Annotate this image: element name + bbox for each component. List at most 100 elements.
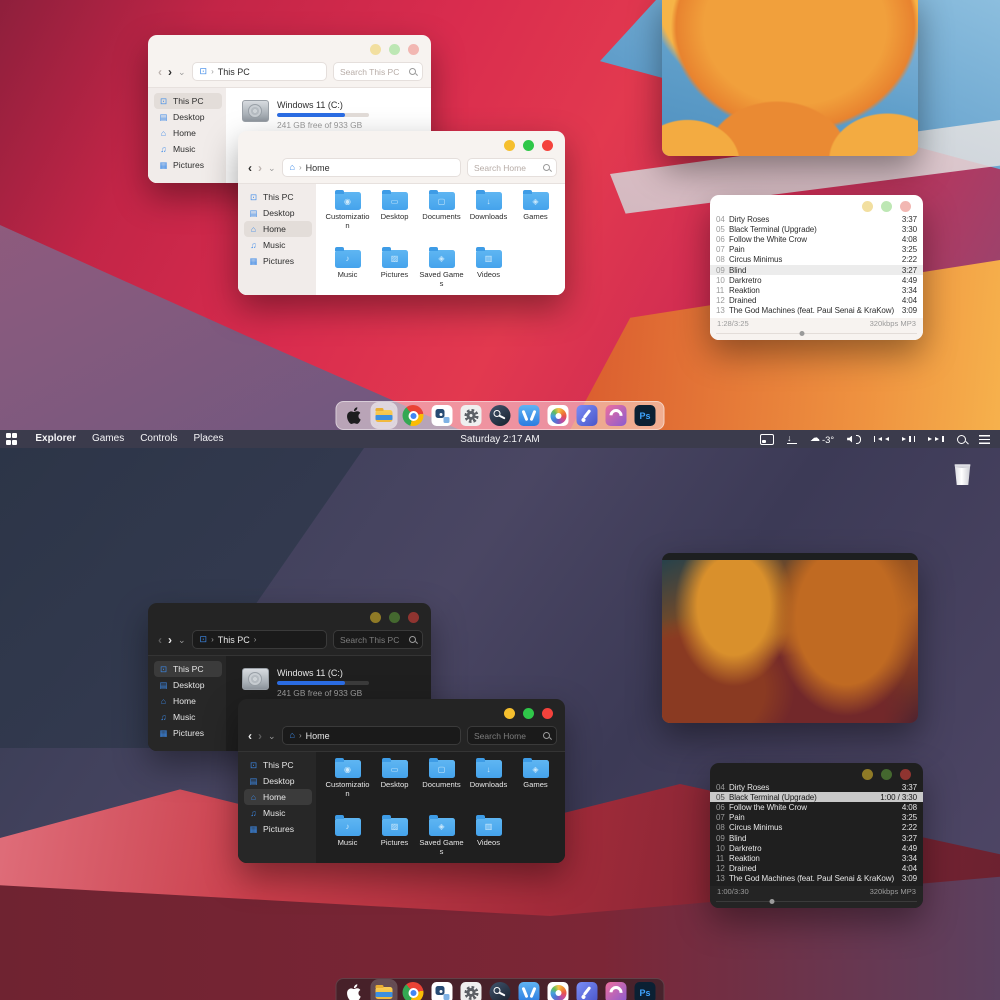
- steam-icon[interactable]: [490, 405, 511, 426]
- playlist-tray-icon[interactable]: [979, 435, 990, 444]
- notes-app-icon[interactable]: [432, 982, 453, 1000]
- window-titlebar[interactable]: [148, 603, 431, 626]
- menu-bar-clock[interactable]: Saturday 2:17 AM: [460, 434, 540, 445]
- window-titlebar[interactable]: [238, 699, 565, 722]
- folder-item[interactable]: ↓Downloads: [465, 760, 512, 814]
- playlist-row[interactable]: 04Dirty Roses3:37: [710, 214, 923, 224]
- back-button[interactable]: ‹: [248, 731, 252, 741]
- chrome-icon[interactable]: [403, 405, 424, 426]
- playlist-row[interactable]: 10Darkretro4:49: [710, 843, 923, 853]
- traffic-light-green[interactable]: [881, 201, 892, 212]
- sidebar-item[interactable]: ⌂Home: [244, 221, 312, 237]
- seek-knob-dark[interactable]: [769, 899, 774, 904]
- breadcrumb[interactable]: ⊡ › This PC ›: [192, 630, 327, 649]
- sidebar-item[interactable]: ▤Desktop: [244, 205, 312, 221]
- playlist-row[interactable]: 09Blind3:27: [710, 833, 923, 843]
- playlist-row[interactable]: 05Black Terminal (Upgrade)3:30: [710, 224, 923, 234]
- window-titlebar[interactable]: [238, 131, 565, 154]
- swoosh-app-icon[interactable]: [606, 405, 627, 426]
- forward-button[interactable]: ›: [258, 731, 262, 741]
- playlist-row[interactable]: 08Circus Minimus2:22: [710, 255, 923, 265]
- seek-knob-light[interactable]: [799, 331, 804, 336]
- playlist-row[interactable]: 09Blind3:27: [710, 265, 923, 275]
- trash-icon[interactable]: [954, 463, 971, 485]
- traffic-light-green[interactable]: [881, 769, 892, 780]
- folder-item[interactable]: ▢Documents: [418, 760, 465, 814]
- traffic-light-green[interactable]: [523, 140, 534, 151]
- sidebar-item[interactable]: ▦Pictures: [244, 253, 312, 269]
- vortex-icon[interactable]: [519, 982, 540, 1000]
- sidebar-item[interactable]: ⊡This PC: [154, 93, 222, 109]
- playlist-row[interactable]: 13The God Machines (feat. Paul Senai & K…: [710, 306, 923, 316]
- breadcrumb[interactable]: ⊡ › This PC: [192, 62, 327, 81]
- history-dropdown-icon[interactable]: ⌄: [268, 731, 276, 741]
- history-dropdown-icon[interactable]: ⌄: [178, 67, 186, 77]
- back-button[interactable]: ‹: [158, 635, 162, 645]
- next-track-tray-icon[interactable]: [928, 436, 944, 442]
- traffic-light-green[interactable]: [389, 612, 400, 623]
- traffic-light-green[interactable]: [389, 44, 400, 55]
- traffic-light-yellow[interactable]: [862, 201, 873, 212]
- sidebar-item[interactable]: ▦Pictures: [154, 725, 222, 741]
- traffic-light-yellow[interactable]: [504, 708, 515, 719]
- playlist-row[interactable]: 12Drained4:04: [710, 864, 923, 874]
- playlist-row[interactable]: 07Pain3:25: [710, 813, 923, 823]
- play-pause-tray-icon[interactable]: [902, 436, 915, 442]
- folder-item[interactable]: ▭Desktop: [371, 760, 418, 814]
- notes-app-icon[interactable]: [432, 405, 453, 426]
- back-button[interactable]: ‹: [158, 67, 162, 77]
- folder-item[interactable]: ◈Saved Games: [418, 250, 465, 296]
- window-titlebar[interactable]: [662, 553, 918, 560]
- sidebar-item[interactable]: ▤Desktop: [154, 109, 222, 125]
- playlist-row[interactable]: 04Dirty Roses3:37: [710, 782, 923, 792]
- folder-item[interactable]: ♪Music: [324, 250, 371, 296]
- shuffle-button[interactable]: ⇄: [900, 339, 907, 340]
- steam-icon[interactable]: [490, 982, 511, 1000]
- sidebar-item[interactable]: ▤Desktop: [154, 677, 222, 693]
- sidebar-item[interactable]: ♫Music: [154, 709, 222, 725]
- history-dropdown-icon[interactable]: ⌄: [178, 635, 186, 645]
- traffic-light-yellow[interactable]: [504, 140, 515, 151]
- traffic-light-yellow[interactable]: [862, 769, 873, 780]
- search-box[interactable]: Search Home: [467, 158, 557, 177]
- swoosh-app-icon[interactable]: [606, 982, 627, 1000]
- playlist-row[interactable]: 05Black Terminal (Upgrade)1:00 / 3:30: [710, 792, 923, 802]
- traffic-light-green[interactable]: [523, 708, 534, 719]
- traffic-light-red[interactable]: [900, 769, 911, 780]
- download-tray-icon[interactable]: ↓: [787, 434, 797, 445]
- playlist-row[interactable]: 06Follow the White Crow4:08: [710, 234, 923, 244]
- traffic-light-red[interactable]: [542, 140, 553, 151]
- forward-button[interactable]: ›: [168, 635, 172, 645]
- settings-gear-icon[interactable]: [461, 982, 482, 1000]
- sidebar-item[interactable]: ⌂Home: [154, 125, 222, 141]
- image-viewer-window[interactable]: [662, 0, 918, 156]
- settings-gear-icon[interactable]: [461, 405, 482, 426]
- sidebar-item[interactable]: ♫Music: [244, 805, 312, 821]
- folder-item[interactable]: ▨Pictures: [371, 818, 418, 864]
- weather-widget[interactable]: ☁-3°: [810, 434, 834, 445]
- window-titlebar[interactable]: [148, 35, 431, 58]
- playlist-row[interactable]: 11Reaktion3:34: [710, 285, 923, 295]
- history-dropdown-icon[interactable]: ⌄: [268, 163, 276, 173]
- sidebar-item[interactable]: ♫Music: [244, 237, 312, 253]
- file-explorer-icon[interactable]: [374, 982, 395, 1000]
- playlist-row[interactable]: 08Circus Minimus2:22: [710, 823, 923, 833]
- sidebar-item[interactable]: ⌂Home: [244, 789, 312, 805]
- playlist-row[interactable]: 11Reaktion3:34: [710, 853, 923, 863]
- menu-explorer[interactable]: Explorer: [35, 433, 76, 444]
- menu-controls[interactable]: Controls: [140, 433, 177, 444]
- folder-item[interactable]: ◈Games: [512, 760, 559, 814]
- apple-menu-icon[interactable]: [345, 982, 366, 1000]
- image-viewer-window[interactable]: [662, 553, 918, 723]
- folder-item[interactable]: ▢Documents: [418, 192, 465, 246]
- sidebar-item[interactable]: ⊡This PC: [154, 661, 222, 677]
- paint-brush-app-icon[interactable]: [577, 982, 598, 1000]
- folder-item[interactable]: ◉Customization: [324, 760, 371, 814]
- folder-item[interactable]: ♪Music: [324, 818, 371, 864]
- paint-brush-app-icon[interactable]: [577, 405, 598, 426]
- menu-games[interactable]: Games: [92, 433, 124, 444]
- photoshop-icon[interactable]: Ps: [635, 982, 656, 1000]
- folder-item[interactable]: ▨Pictures: [371, 250, 418, 296]
- seek-bar[interactable]: [710, 330, 923, 337]
- folder-item[interactable]: ◉Customization: [324, 192, 371, 246]
